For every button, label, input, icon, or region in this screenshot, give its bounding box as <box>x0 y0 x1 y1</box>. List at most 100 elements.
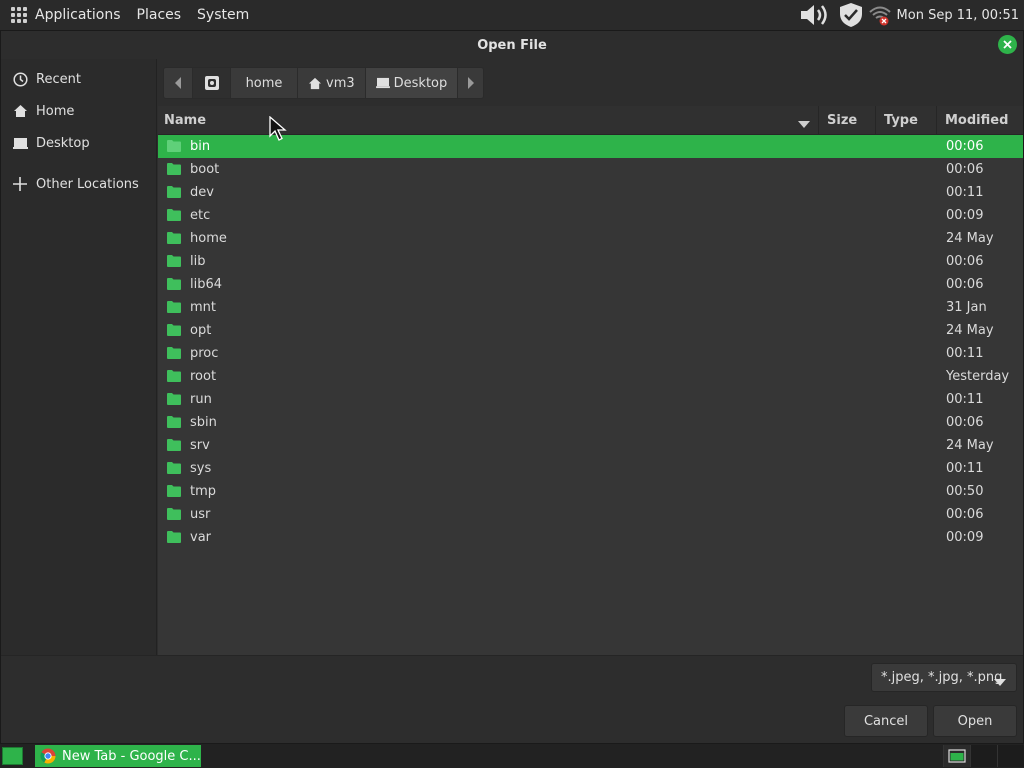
file-row[interactable]: sys 00:11 <box>158 457 1023 480</box>
column-header-size[interactable]: Size <box>818 106 857 135</box>
folder-icon <box>167 278 181 290</box>
file-row[interactable]: etc 00:09 <box>158 204 1023 227</box>
file-list: Name Size Type Modified bin 00:06 boot 00:0… <box>158 106 1023 655</box>
wifi-disconnected-icon[interactable] <box>868 4 891 26</box>
file-row[interactable]: home 24 May <box>158 227 1023 250</box>
sidebar-item-label: Other Locations <box>36 176 139 192</box>
file-modified: 00:09 <box>946 208 984 223</box>
path-bar: home vm3 Desktop <box>163 67 485 99</box>
file-type-filter[interactable]: *.jpeg, *.jpg, *.png <box>871 663 1017 692</box>
system-tray: Mon Sep 11, 00:51 <box>799 0 1024 30</box>
file-row[interactable]: run 00:11 <box>158 388 1023 411</box>
bottom-taskbar: New Tab - Google C... <box>0 744 1024 768</box>
file-modified: 00:06 <box>946 507 984 522</box>
path-item-vm3[interactable]: vm3 <box>297 68 365 98</box>
file-modified: 24 May <box>946 323 994 338</box>
file-row[interactable]: proc 00:11 <box>158 342 1023 365</box>
home-icon <box>308 77 322 90</box>
file-modified: 00:11 <box>946 185 984 200</box>
folder-icon <box>167 140 181 152</box>
path-back-button[interactable] <box>164 68 192 98</box>
file-row[interactable]: lib 00:06 <box>158 250 1023 273</box>
cancel-button[interactable]: Cancel <box>844 705 928 737</box>
sort-descending-icon[interactable] <box>798 117 810 132</box>
file-modified: 00:06 <box>946 254 984 269</box>
folder-icon <box>167 439 181 451</box>
taskbar-item-label: New Tab - Google C... <box>62 748 201 764</box>
folder-icon <box>167 347 181 359</box>
folder-icon <box>167 186 181 198</box>
file-name: bin <box>190 139 211 154</box>
column-header-modified[interactable]: Modified <box>936 106 1008 135</box>
file-name: home <box>190 231 227 246</box>
chevron-down-icon <box>994 675 1006 690</box>
places-sidebar: Recent Home Desktop Other Locations <box>1 59 157 655</box>
menu-system[interactable]: System <box>197 7 249 23</box>
column-header-name[interactable]: Name <box>164 113 206 128</box>
file-modified: 00:09 <box>946 530 984 545</box>
path-item-home-dir[interactable]: home <box>230 68 297 98</box>
workspace-2[interactable] <box>970 745 997 767</box>
plus-icon <box>12 176 28 192</box>
clock[interactable]: Mon Sep 11, 00:51 <box>897 8 1019 23</box>
chrome-icon <box>40 748 56 764</box>
file-row[interactable]: lib64 00:06 <box>158 273 1023 296</box>
home-icon <box>12 103 28 119</box>
file-name: var <box>190 530 212 545</box>
file-modified: 00:11 <box>946 392 984 407</box>
file-row[interactable]: opt 24 May <box>158 319 1023 342</box>
taskbar-item-chrome[interactable]: New Tab - Google C... <box>35 745 201 767</box>
volume-icon[interactable] <box>799 2 833 28</box>
file-row[interactable]: var 00:09 <box>158 526 1023 549</box>
open-button[interactable]: Open <box>933 705 1017 737</box>
file-row[interactable]: srv 24 May <box>158 434 1023 457</box>
file-name: tmp <box>190 484 217 499</box>
path-item-label: home <box>245 75 283 91</box>
list-header: Name Size Type Modified <box>158 106 1023 135</box>
menu-places[interactable]: Places <box>137 7 182 23</box>
file-row[interactable]: mnt 31 Jan <box>158 296 1023 319</box>
folder-icon <box>167 485 181 497</box>
file-row[interactable]: boot 00:06 <box>158 158 1023 181</box>
desktop-icon <box>12 135 28 151</box>
file-row[interactable]: root Yesterday <box>158 365 1023 388</box>
file-row[interactable]: dev 00:11 <box>158 181 1023 204</box>
top-panel: Applications Places System Mon Sep 11, 0… <box>0 0 1024 30</box>
file-row[interactable]: tmp 00:50 <box>158 480 1023 503</box>
folder-icon <box>167 255 181 267</box>
shield-icon[interactable] <box>839 2 863 28</box>
filter-label: *.jpeg, *.jpg, *.png <box>881 670 1003 685</box>
file-name: proc <box>190 346 219 361</box>
file-rows: bin 00:06 boot 00:06 dev 00:11 etc 00:09 home 24 … <box>158 135 1023 549</box>
file-modified: 00:11 <box>946 461 984 476</box>
sidebar-item-home[interactable]: Home <box>1 95 156 127</box>
path-item-desktop[interactable]: Desktop <box>364 68 458 98</box>
app-grid-icon[interactable] <box>11 7 27 23</box>
path-forward-button[interactable] <box>457 68 483 98</box>
file-name: run <box>190 392 212 407</box>
sidebar-separator <box>1 159 156 168</box>
file-row[interactable]: sbin 00:06 <box>158 411 1023 434</box>
file-modified: 00:06 <box>946 162 984 177</box>
dialog-titlebar[interactable]: Open File <box>1 31 1023 59</box>
folder-icon <box>167 531 181 543</box>
sidebar-item-recent[interactable]: Recent <box>1 63 156 95</box>
folder-icon <box>167 324 181 336</box>
dialog-title: Open File <box>477 37 547 53</box>
file-modified: 24 May <box>946 438 994 453</box>
file-row[interactable]: usr 00:06 <box>158 503 1023 526</box>
menu-applications[interactable]: Applications <box>35 7 121 23</box>
file-name: boot <box>190 162 220 177</box>
file-name: sys <box>190 461 212 476</box>
close-button[interactable] <box>998 35 1017 54</box>
column-header-type[interactable]: Type <box>875 106 918 135</box>
sidebar-item-desktop[interactable]: Desktop <box>1 127 156 159</box>
workspace-3[interactable] <box>997 745 1024 767</box>
path-root-button[interactable] <box>192 68 230 98</box>
file-row[interactable]: bin 00:06 <box>158 135 1023 158</box>
show-desktop-button[interactable] <box>2 747 23 765</box>
sidebar-item-other-locations[interactable]: Other Locations <box>1 168 156 200</box>
workspace-1[interactable] <box>943 745 970 767</box>
folder-icon <box>167 232 181 244</box>
file-name: opt <box>190 323 212 338</box>
